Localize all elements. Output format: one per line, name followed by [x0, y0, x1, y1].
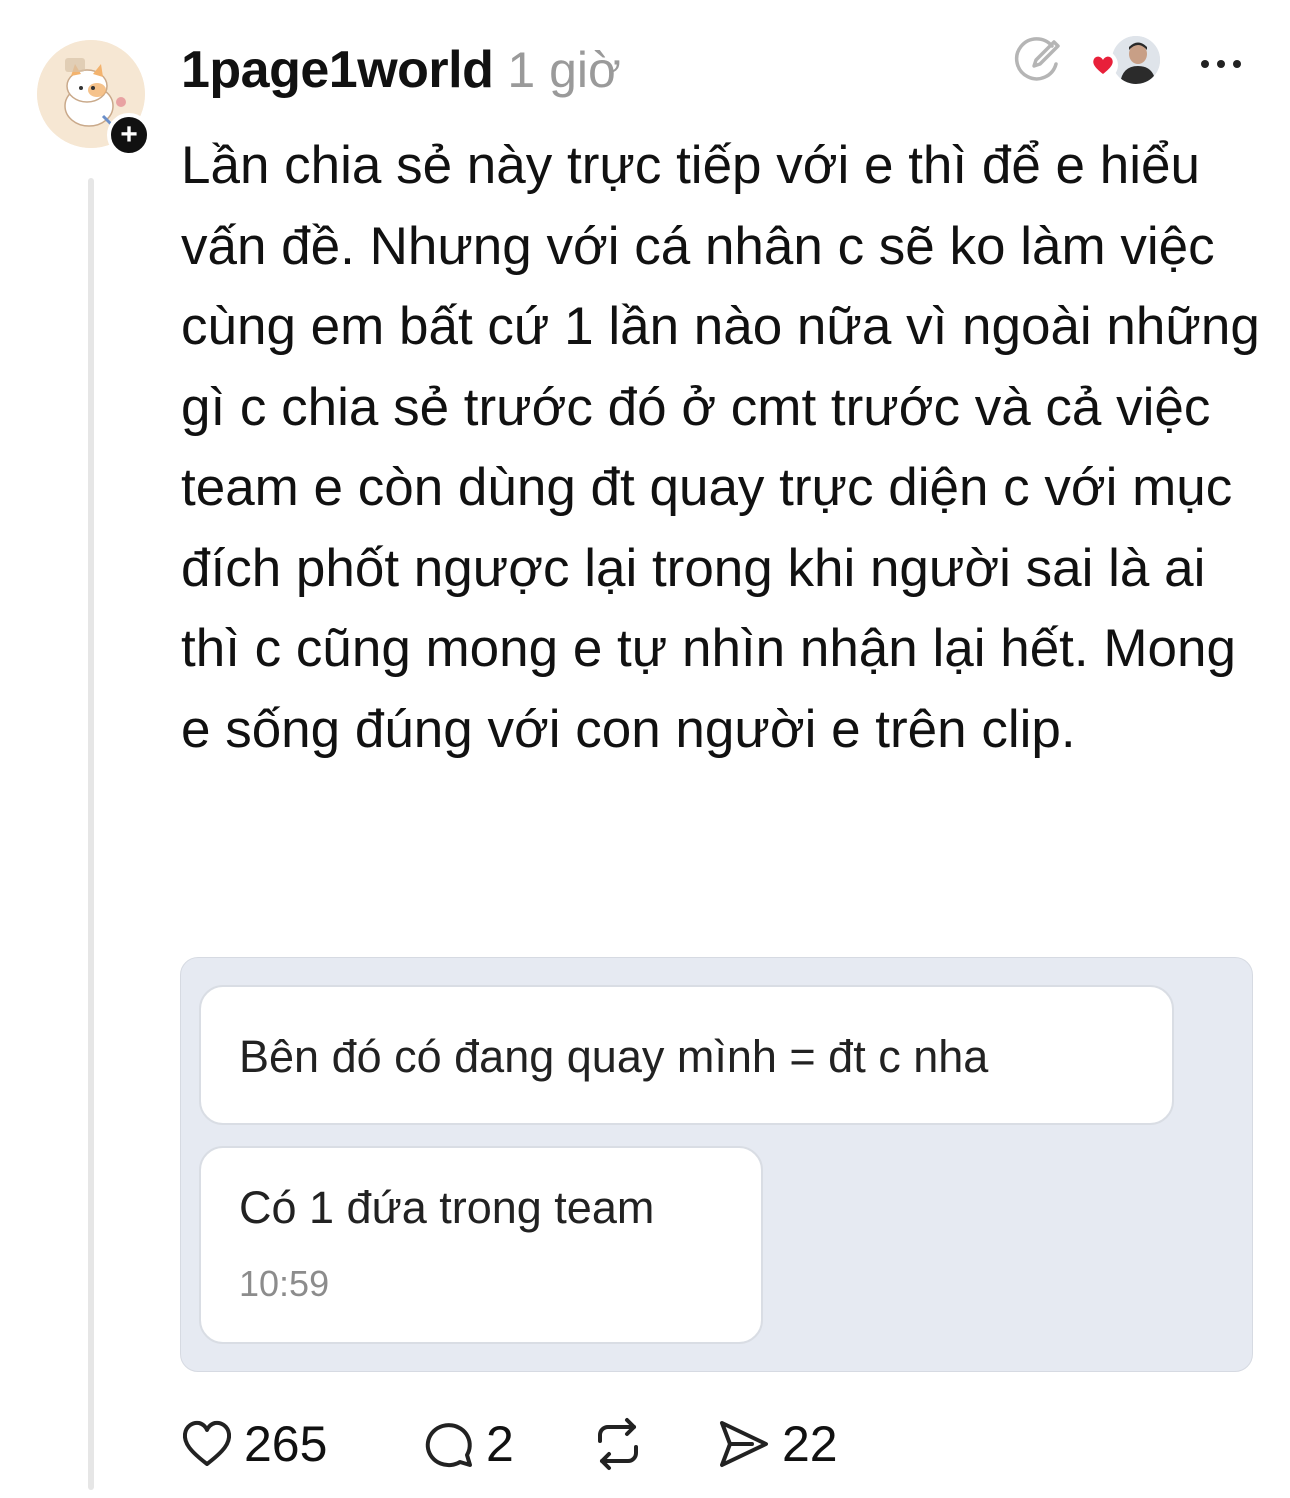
chat-message: Bên đó có đang quay mình = đt c nha: [239, 1031, 989, 1082]
repost-icon: [598, 1418, 638, 1470]
send-icon: [720, 1421, 768, 1467]
liker-avatars[interactable]: [1088, 34, 1162, 86]
like-count: 265: [244, 1416, 328, 1472]
post-header: 1page1world 1 giờ: [181, 40, 621, 110]
reply-count: 2: [486, 1416, 514, 1472]
more-icon[interactable]: [1198, 54, 1244, 74]
post-time: 1 giờ: [507, 42, 621, 98]
action-bar: 265 2 22: [180, 1412, 1180, 1476]
thread-line: [88, 178, 94, 1490]
chat-bubble: Bên đó có đang quay mình = đt c nha: [199, 985, 1174, 1125]
repost-button[interactable]: [590, 1412, 646, 1476]
like-button[interactable]: 265: [180, 1412, 327, 1476]
comment-icon: [425, 1423, 472, 1468]
chat-bubble: Có 1 đứa trong team 10:59: [199, 1146, 763, 1344]
attached-image[interactable]: Bên đó có đang quay mình = đt c nha Có 1…: [180, 957, 1253, 1372]
follow-plus-icon[interactable]: +: [107, 113, 151, 157]
username[interactable]: 1page1world: [181, 40, 494, 100]
chat-message: Có 1 đứa trong team: [239, 1182, 655, 1233]
heart-icon: [182, 1420, 232, 1466]
share-button[interactable]: 22: [716, 1412, 838, 1476]
chat-timestamp: 10:59: [239, 1263, 330, 1304]
heart-icon: [1088, 50, 1118, 80]
reply-button[interactable]: 2: [420, 1412, 514, 1476]
share-count: 22: [782, 1416, 838, 1472]
post-text: Lần chia sẻ này trực tiếp với e thì để e…: [181, 136, 1260, 759]
edit-icon[interactable]: [1012, 34, 1064, 86]
